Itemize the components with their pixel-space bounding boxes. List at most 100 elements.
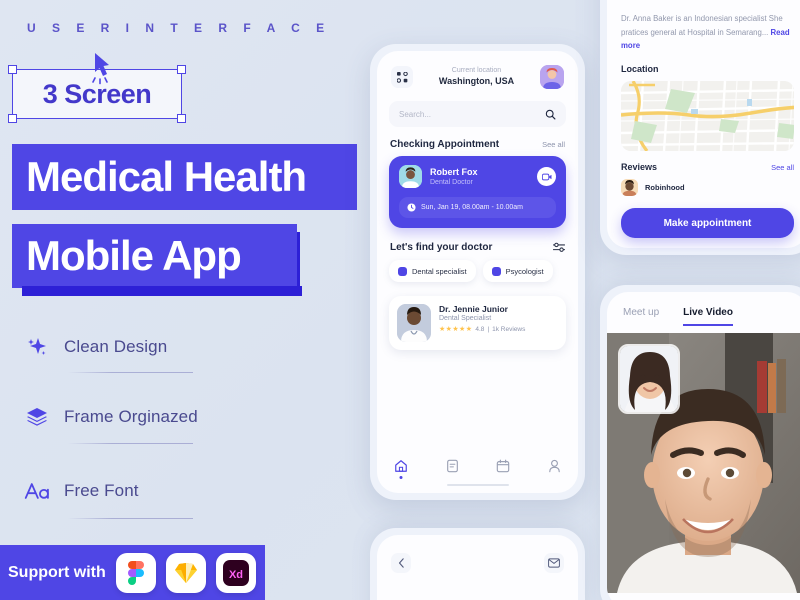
appointment-doctor: Robert Fox Dental Doctor [399,165,556,188]
resize-handle-bottom-right[interactable] [177,114,186,123]
section-title: Let's find your doctor [390,242,493,253]
location-label: Current location [451,67,502,74]
title-band-2: Mobile App [12,224,297,288]
live-video-screen: Meet up Live Video [607,292,800,600]
doctor-name: Robert Fox [430,167,478,178]
message-icon[interactable] [544,553,564,573]
review-count: 1k Reviews [492,325,526,333]
nav-profile-icon[interactable] [546,458,562,474]
location-value: Washington, USA [438,75,515,86]
feature-item-frame-orginazed: Frame Orginazed [24,404,198,430]
reviewer-row: Robinhood [621,179,794,196]
resize-handle-bottom-left[interactable] [8,114,17,123]
feature-label: Frame Orginazed [64,407,198,426]
feature-divider [68,443,193,444]
reviewer-avatar [621,179,638,196]
search-input[interactable]: Search... [399,110,431,119]
doctor-bio-text: Dr. Anna Baker is an Indonesian speciali… [621,14,783,37]
feature-divider [68,518,193,519]
filter-icon[interactable] [553,242,565,253]
resize-handle-top-right[interactable] [177,65,186,74]
promo-panel: U S E R I N T E R F A C E 3 Screen Medic… [0,0,370,600]
adobe-xd-logo-icon[interactable]: Xd [215,552,256,593]
doctor-result-info: Dr. Jennie Junior Dental Specialist ★★★★… [439,304,525,342]
reviewer-name: Robinhood [645,183,685,192]
sketch-logo-icon[interactable] [165,552,206,593]
nav-home-icon[interactable] [393,458,409,474]
layers-icon [24,404,50,430]
doctor-info: Robert Fox Dental Doctor [430,167,478,186]
phone-screen-partial [377,535,578,600]
chip-dental-specialist[interactable]: Dental specialist [389,260,476,282]
doctor-name: Dr. Jennie Junior [439,304,508,314]
feature-item-free-font: Free Font [24,478,139,504]
doctor-role: Dental Doctor [430,178,473,186]
doctor-specialty: Dental Specialist [439,315,492,322]
reviews-header: Reviews See all [621,162,794,172]
feature-divider [68,372,193,373]
sparkle-icon [24,334,50,360]
video-feed [607,333,800,593]
home-indicator [446,483,509,486]
phone-mockup-home: Current location Washington, USA Search.… [370,44,585,500]
resize-handle-top-left[interactable] [8,65,17,74]
reviews-label: Reviews [621,162,658,172]
back-chevron-icon[interactable] [391,553,411,573]
phone-header: Current location Washington, USA [377,51,578,97]
poster-canvas: U S E R I N T E R F A C E 3 Screen Medic… [0,0,800,600]
appointment-section-header: Checking Appointment See all [377,127,578,156]
rating-separator: | [487,325,490,333]
phone-mockup-detail-partial [370,528,585,600]
location-map[interactable] [621,81,794,151]
specialty-chips: Dental specialist Psycologist [377,260,578,282]
promo-title-line1: Medical Health [26,153,307,200]
chip-psycologist[interactable]: Psycologist [482,260,553,282]
location-section-label: Location [621,64,659,74]
search-bar[interactable]: Search... [389,101,566,127]
bottom-navigation [377,448,578,480]
see-all-link[interactable]: See all [542,140,565,149]
title-band-shadow-bottom [22,286,302,296]
tab-live-video[interactable]: Live Video [683,307,733,326]
appointment-time-pill: Sun, Jan 19, 08.00am - 10.00am [399,197,556,218]
phone-mockup-doctor-detail: Dr. Anna Baker is an Indonesian speciali… [600,0,800,255]
svg-text:Xd: Xd [229,569,243,581]
figma-logo-icon[interactable] [115,552,156,593]
chip-label: Dental specialist [412,266,467,276]
video-call-icon[interactable] [537,167,556,186]
doctor-avatar [399,165,422,188]
support-bar: Support with Xd [0,545,265,600]
doctor-rating: ★★★★★ 4.8 | 1k Reviews [439,325,526,334]
search-icon[interactable] [545,109,556,120]
doctor-bio: Dr. Anna Baker is an Indonesian speciali… [621,12,794,53]
call-tabs: Meet up Live Video [607,292,800,326]
section-title: Checking Appointment [390,139,500,150]
detail-topbar [391,553,564,573]
phone-screen: Current location Washington, USA Search.… [377,51,578,493]
appointment-card[interactable]: Robert Fox Dental Doctor Sun, Jan 19, 08… [389,156,566,233]
feature-label: Free Font [64,481,139,500]
clock-icon [407,203,416,212]
doctor-result-card[interactable]: Dr. Jennie Junior Dental Specialist ★★★★… [389,296,566,350]
user-avatar[interactable] [539,65,564,89]
doctor-detail-screen: Dr. Anna Baker is an Indonesian speciali… [607,0,800,248]
doctor-photo [397,304,431,342]
rating-value: 4.8 [475,325,485,333]
promo-eyebrow: U S E R I N T E R F A C E [27,21,331,35]
nav-calendar-icon[interactable] [495,458,511,474]
title-band-1: Medical Health [12,144,357,210]
nav-records-icon[interactable] [444,458,460,474]
phone-mockup-live-video: Meet up Live Video [600,285,800,600]
self-view-thumbnail[interactable] [618,344,680,414]
current-location: Current location Washington, USA [439,67,514,87]
grid-menu-icon[interactable] [391,66,413,88]
star-rating-icon: ★★★★★ [439,326,473,333]
cursor-icon [86,52,114,86]
tab-meet-up[interactable]: Meet up [623,307,659,326]
chip-label: Psycologist [505,266,544,276]
chip-icon [491,266,501,276]
appointment-time: Sun, Jan 19, 08.00am - 10.00am [421,204,523,211]
feature-label: Clean Design [64,337,168,356]
reviews-see-all-link[interactable]: See all [771,163,794,172]
make-appointment-button[interactable]: Make appointment [621,208,794,238]
